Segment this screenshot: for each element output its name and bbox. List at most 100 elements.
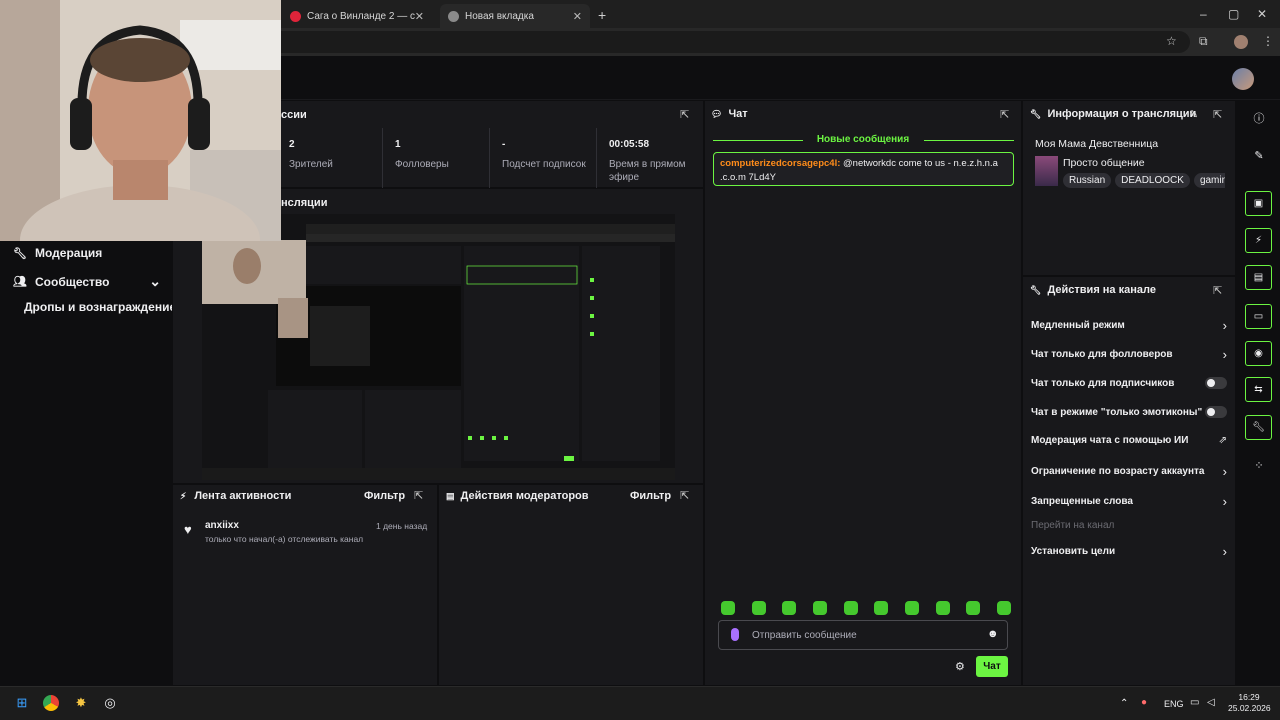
activity-panel-title: ⚡︎ Лента активности	[180, 490, 291, 502]
subscribers-only-toggle[interactable]	[1205, 377, 1227, 389]
tab-favicon-icon	[290, 10, 301, 22]
send-chat-button[interactable]: Чат	[976, 656, 1008, 677]
emote-only-toggle[interactable]	[1205, 406, 1227, 418]
chat-input[interactable]: Отправить сообщение ☻	[718, 620, 1008, 650]
stat-subscriptions: - Подсчет подписок	[502, 139, 587, 171]
address-bar[interactable]	[270, 31, 1190, 53]
stream-category[interactable]: Просто общение	[1063, 157, 1145, 169]
sidebar-item-drops[interactable]: Дропы и вознаграждение	[24, 300, 176, 314]
popout-icon[interactable]: ⇱	[1213, 108, 1222, 121]
clip-button[interactable]: ▣	[1245, 191, 1272, 216]
app-taskbar-icon[interactable]: ✸	[72, 694, 90, 712]
action-ai-moderation[interactable]: Модерация чата с помощью ИИ ⇗	[1031, 435, 1227, 446]
popout-icon[interactable]: ⇱	[680, 489, 689, 502]
action-set-goals[interactable]: Установить цели ›	[1031, 544, 1227, 559]
popout-icon[interactable]: ⇱	[1213, 284, 1222, 297]
browser-tab-new[interactable]: Новая вкладка ✕	[440, 4, 590, 28]
ad-break-button[interactable]: ⚡︎	[1245, 228, 1272, 253]
close-tab-icon[interactable]: ✕	[573, 10, 582, 23]
emote[interactable]	[935, 601, 950, 615]
info-icon[interactable]: ⓘ	[1249, 108, 1269, 128]
microphone-tray-icon[interactable]: ●	[1141, 697, 1147, 708]
chrome-taskbar-icon[interactable]	[43, 695, 59, 711]
sidebar-item-community[interactable]: 👥︎ Сообщество ⌄	[13, 273, 161, 290]
broadcast-icon: ◉	[1254, 348, 1263, 359]
emote[interactable]	[751, 601, 766, 615]
emote[interactable]	[966, 601, 981, 615]
tray-chevron-up-icon[interactable]: ⌃	[1120, 698, 1128, 709]
taskbar-clock[interactable]: 16:29 25.02.2026	[1228, 692, 1271, 714]
obs-taskbar-icon[interactable]: ◎	[101, 694, 119, 712]
chat-username[interactable]: computerizedcorsagepc4l:	[720, 158, 840, 169]
popout-icon[interactable]: ⇱	[1000, 108, 1009, 121]
mod-tools-button[interactable]: 🔧︎	[1245, 415, 1272, 440]
bookmark-star-icon[interactable]: ☆	[1166, 34, 1177, 48]
stat-label: Время в прямом эфире	[609, 159, 686, 183]
action-banned-words[interactable]: Запрещенные слова ›	[1031, 494, 1227, 509]
stat-value: 00:05:58	[609, 139, 650, 150]
stat-viewers: 2 Зрителей	[289, 139, 374, 171]
stream-tags: Russian DEADLOOCK gaming	[1063, 173, 1225, 188]
user-avatar[interactable]	[1232, 68, 1254, 90]
edit-pencil-icon[interactable]: ✎	[1189, 108, 1198, 121]
close-tab-icon[interactable]: ✕	[415, 10, 424, 23]
minimize-icon[interactable]: –	[1200, 7, 1207, 21]
action-slow-mode[interactable]: Медленный режим ›	[1031, 318, 1227, 333]
pencil-icon[interactable]: ✎	[1249, 145, 1269, 165]
mod-actions-filter-button[interactable]: Фильтр	[630, 490, 671, 502]
sidebar-item-moderation[interactable]: 🔧︎ Модерация	[13, 246, 102, 260]
emote[interactable]	[904, 601, 919, 615]
extensions-icon[interactable]: ⧉	[1199, 34, 1208, 49]
new-tab-icon[interactable]: +	[598, 7, 606, 23]
emote[interactable]	[874, 601, 889, 615]
chat-title: 💬︎ Чат	[711, 108, 748, 120]
chat-message[interactable]: computerizedcorsagepc4l: @networkdc come…	[713, 152, 1014, 186]
new-messages-label[interactable]: Новые сообщения	[713, 134, 1013, 145]
action-followers-only[interactable]: Чат только для фолловеров ›	[1031, 347, 1227, 362]
profile-avatar-icon[interactable]	[1234, 35, 1248, 49]
volume-icon[interactable]: ◁	[1207, 697, 1215, 708]
emote[interactable]	[843, 601, 858, 615]
activity-text: только что начал(-а) отслеживать канал	[205, 534, 364, 544]
tag-chip[interactable]: Russian	[1063, 173, 1112, 188]
chevron-right-icon: ›	[1222, 347, 1227, 362]
chat-button[interactable]: ▭	[1245, 304, 1272, 329]
marker-button[interactable]: ▤	[1245, 265, 1272, 290]
stream-preview-video[interactable]	[202, 214, 675, 480]
emote[interactable]	[721, 601, 735, 615]
sidebar-item-label: Модерация	[35, 246, 103, 260]
network-icon[interactable]: ▭	[1190, 697, 1199, 708]
windows-start-icon[interactable]: ⊞	[13, 694, 31, 712]
emote[interactable]	[782, 601, 797, 615]
category-box-art[interactable]	[1035, 156, 1058, 186]
emote[interactable]	[996, 601, 1011, 615]
emote[interactable]	[812, 601, 827, 615]
browser-tab-vinland[interactable]: Сага о Винланде 2 — смотрет ✕	[282, 4, 432, 28]
emoji-picker-icon[interactable]: ☻	[987, 628, 999, 640]
tag-chip[interactable]: gaming	[1193, 173, 1225, 188]
session-panel-title: ссии	[281, 109, 307, 121]
chevron-right-icon: ›	[1222, 318, 1227, 333]
popout-icon[interactable]: ⇱	[414, 489, 423, 502]
activity-filter-button[interactable]: Фильтр	[364, 490, 405, 502]
popout-icon[interactable]: ⇱	[680, 108, 689, 121]
raid-button[interactable]: ⇆	[1245, 377, 1272, 402]
broadcast-button[interactable]: ◉	[1245, 341, 1272, 366]
activity-username[interactable]: anxiixx	[205, 520, 239, 531]
action-account-age[interactable]: Ограничение по возрасту аккаунта ›	[1031, 464, 1227, 479]
close-window-icon[interactable]: ✕	[1257, 7, 1267, 21]
browser-menu-icon[interactable]: ⋮	[1262, 34, 1274, 48]
tag-chip[interactable]: DEADLOOCK	[1115, 173, 1190, 188]
community-icon: 👥︎	[13, 276, 27, 288]
add-action-icon[interactable]: ⁘	[1249, 455, 1269, 475]
stat-followers: 1 Фолловеры	[395, 139, 480, 171]
maximize-icon[interactable]: ▢	[1228, 7, 1239, 21]
divider	[489, 128, 490, 188]
chevron-down-icon: ⌄	[149, 273, 161, 289]
tab-favicon-icon	[448, 10, 459, 22]
external-link-icon: ⇗	[1218, 435, 1227, 446]
language-indicator[interactable]: ENG	[1164, 699, 1184, 709]
chat-settings-gear-icon[interactable]: ⚙	[955, 660, 965, 673]
clock-time: 16:29	[1238, 692, 1260, 702]
microphone-icon[interactable]	[731, 628, 739, 641]
